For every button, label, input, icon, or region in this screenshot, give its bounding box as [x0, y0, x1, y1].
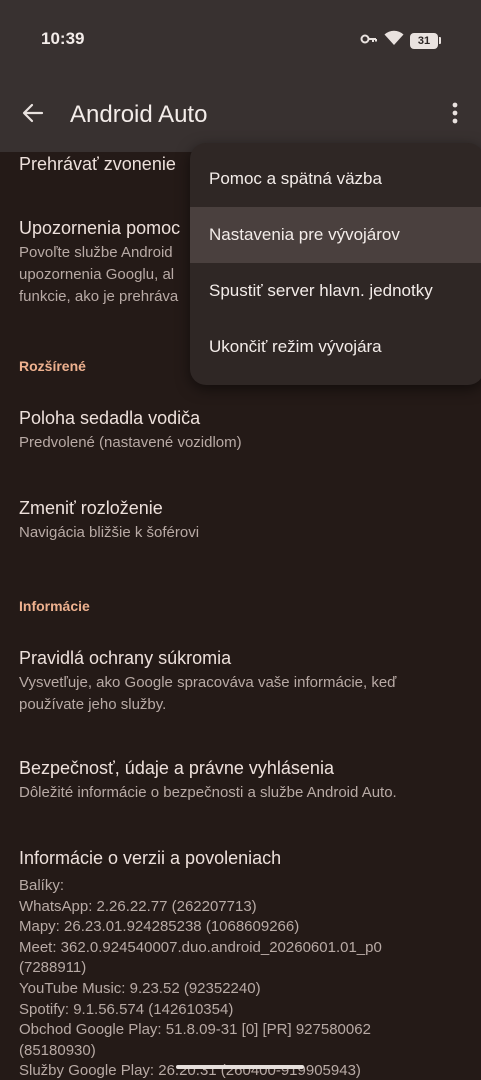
battery-level: 31: [417, 34, 431, 47]
item-subtitle: Navigácia bližšie k šoférovi: [19, 524, 200, 541]
section-header-info: Informácie: [19, 598, 90, 614]
version-line: Meet: 362.0.924540007.duo.android_202606…: [19, 938, 382, 956]
item-title: Pravidlá ochrany súkromia: [19, 648, 232, 668]
version-permissions-item[interactable]: Informácie o verzii a povoleniach Balíky…: [19, 846, 481, 1080]
status-bar: 10:39 31: [0, 0, 481, 80]
arrow-back-icon: [22, 102, 44, 129]
version-line: (85180930): [19, 1041, 96, 1059]
status-time: 10:39: [41, 29, 85, 48]
app-bar: Android Auto: [0, 80, 481, 152]
version-line: Mapy: 26.23.01.924285238 (1068609266): [19, 918, 300, 936]
version-line: WhatsApp: 2.26.22.77 (262207713): [19, 897, 257, 915]
version-line: Balíky:: [19, 877, 65, 894]
version-line: Spotify: 9.1.56.574 (142610354): [19, 1000, 234, 1018]
item-title: Zmeniť rozloženie: [19, 498, 163, 518]
driver-seat-position-item[interactable]: Poloha sedadla vodiča Predvolené (nastav…: [19, 406, 453, 454]
more-options-button[interactable]: [443, 98, 467, 132]
key-icon: [360, 32, 378, 50]
privacy-policy-item[interactable]: Pravidlá ochrany súkromia Vysvetľuje, ak…: [19, 646, 453, 716]
version-line: (7288911): [19, 959, 87, 977]
section-header-advanced: Rozšírené: [19, 358, 86, 374]
battery-tip: [439, 37, 441, 44]
item-subtitle: Dôležité informácie o bezpečnosti a služ…: [19, 784, 397, 801]
item-title: Bezpečnosť, údaje a právne vyhlásenia: [19, 758, 334, 778]
item-subtitle: Vysvetľuje, ako Google spracováva vaše i…: [19, 674, 397, 713]
item-subtitle: Predvolené (nastavené vozidlom): [19, 434, 242, 451]
version-lines: Balíky: WhatsApp: 2.26.22.77 (262207713)…: [19, 876, 481, 1080]
version-line: YouTube Music: 9.23.52 (92352240): [19, 979, 261, 997]
menu-item-start-head-unit-server[interactable]: Spustiť server hlavn. jednotky: [190, 263, 481, 319]
item-title: Poloha sedadla vodiča: [19, 408, 201, 428]
page-title: Android Auto: [70, 101, 208, 128]
version-line: Obchod Google Play: 51.8.09-31 [0] [PR] …: [19, 1021, 371, 1039]
item-title: Informácie o verzii a povoleniach: [19, 848, 282, 868]
wifi-icon: [384, 30, 404, 51]
battery-icon: 31: [410, 32, 438, 49]
menu-item-developer-settings[interactable]: Nastavenia pre vývojárov: [190, 207, 481, 263]
status-icons: 31: [360, 30, 441, 51]
back-button[interactable]: [16, 98, 50, 132]
more-vert-icon: [452, 102, 458, 129]
overflow-menu: Pomoc a spätná väzba Nastavenia pre vývo…: [190, 143, 481, 385]
menu-item-exit-developer-mode[interactable]: Ukončiť režim vývojára: [190, 319, 481, 375]
safety-legal-item[interactable]: Bezpečnosť, údaje a právne vyhlásenia Dô…: [19, 756, 453, 804]
menu-item-help-feedback[interactable]: Pomoc a spätná väzba: [190, 151, 481, 207]
home-indicator[interactable]: [176, 1065, 304, 1069]
change-layout-item[interactable]: Zmeniť rozloženie Navigácia bližšie k šo…: [19, 496, 453, 544]
